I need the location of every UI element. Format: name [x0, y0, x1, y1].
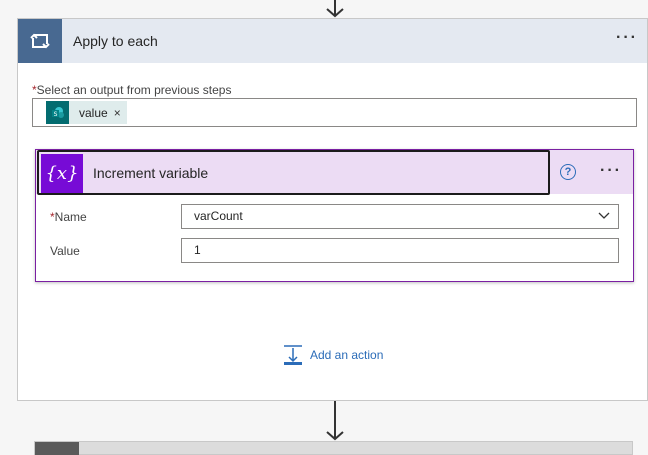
connector-arrow-bottom	[325, 401, 345, 441]
apply-to-each-header[interactable]: Apply to each ···	[18, 19, 647, 63]
help-icon[interactable]: ?	[560, 164, 576, 180]
connector-arrow-top	[325, 0, 345, 18]
apply-to-each-title: Apply to each	[73, 33, 158, 49]
arrow-down-icon	[326, 401, 344, 441]
name-dropdown[interactable]: varCount	[181, 204, 619, 229]
token-remove-icon[interactable]: ×	[114, 106, 121, 120]
add-action-label: Add an action	[310, 348, 384, 362]
apply-to-each-card: Apply to each ··· *Select an output from…	[17, 18, 648, 401]
next-action-card-edge[interactable]	[34, 441, 633, 455]
token-label: value	[79, 105, 108, 120]
increment-title-focus-box: {x} Increment variable	[37, 150, 550, 195]
select-output-label-text: Select an output from previous steps	[36, 83, 232, 97]
value-token[interactable]: S value ×	[46, 101, 127, 124]
select-output-input[interactable]: S value ×	[32, 98, 637, 127]
arrow-down-icon	[326, 0, 344, 18]
increment-variable-card: {x} Increment variable ? ··· *Name varCo…	[35, 149, 634, 282]
loop-icon	[18, 19, 62, 63]
increment-more-options-button[interactable]: ···	[600, 162, 622, 180]
apply-more-options-button[interactable]: ···	[616, 29, 638, 47]
increment-variable-header[interactable]: {x} Increment variable ? ···	[36, 150, 633, 195]
value-field-label: Value	[50, 244, 80, 258]
select-output-label: *Select an output from previous steps	[32, 83, 231, 97]
add-action-icon	[284, 345, 302, 365]
name-dropdown-value: varCount	[194, 209, 243, 223]
sharepoint-icon: S	[46, 101, 69, 124]
variable-icon: {x}	[41, 154, 83, 193]
add-action-link[interactable]: Add an action	[283, 345, 383, 365]
next-action-icon-edge	[35, 442, 79, 455]
name-label-text: Name	[54, 210, 87, 224]
value-input[interactable]: 1	[181, 238, 619, 263]
chevron-down-icon[interactable]	[598, 212, 610, 220]
increment-variable-title: Increment variable	[93, 165, 209, 181]
name-field-label: *Name	[50, 210, 87, 224]
svg-text:S: S	[53, 111, 57, 118]
